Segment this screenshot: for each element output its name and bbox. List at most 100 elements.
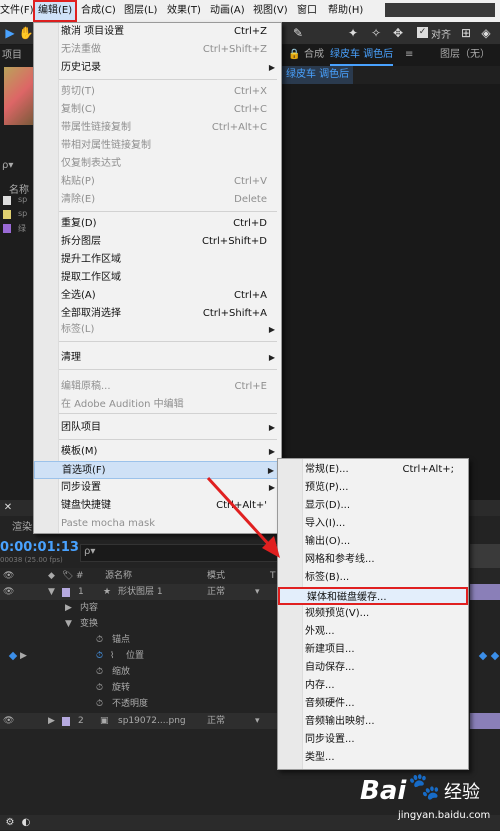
preferences-menu-item[interactable]: 常规(E)... Ctrl+Alt+;: [278, 461, 468, 479]
stopwatch-icon[interactable]: ⏱: [96, 648, 103, 664]
expand-arrow-icon[interactable]: ▶: [65, 600, 72, 616]
puppet-tool-icon[interactable]: ✦: [345, 25, 361, 41]
switch-icon[interactable]: ⚙: [2, 815, 18, 831]
edit-menu-item[interactable]: 带属性链接复制 Ctrl+Alt+C: [34, 119, 281, 137]
layer-name[interactable]: sp19072....png: [118, 713, 186, 729]
preferences-menu-item[interactable]: 显示(D)...: [278, 497, 468, 515]
preferences-menu-item[interactable]: 预览(P)...: [278, 479, 468, 497]
preferences-menu-item[interactable]: 自动保存...: [278, 659, 468, 677]
preferences-menu-item[interactable]: 音频输出映射...: [278, 713, 468, 731]
pin-tool-icon[interactable]: ✎: [290, 25, 306, 41]
keyframe-icon[interactable]: [8, 651, 18, 661]
mode-column[interactable]: 模式: [207, 568, 225, 584]
expand-arrow-icon[interactable]: ▶: [48, 713, 55, 729]
selection-tool-icon[interactable]: ▶: [2, 25, 18, 41]
keyframe-nav-icon[interactable]: ▶: [20, 648, 27, 664]
preferences-menu-item[interactable]: 视频预览(V)...: [278, 605, 468, 623]
close-icon[interactable]: ✕: [0, 500, 16, 516]
expand-arrow-icon[interactable]: ▼: [48, 584, 55, 600]
project-item-1[interactable]: sp: [18, 195, 27, 204]
preferences-menu-item[interactable]: 网格和参考线...: [278, 551, 468, 569]
layer-name[interactable]: 形状图层 1: [118, 584, 163, 600]
edit-menu-item[interactable]: 全选(A) Ctrl+A: [34, 287, 281, 305]
toggle-icon[interactable]: ◐: [18, 815, 34, 831]
stopwatch-icon[interactable]: ⏱: [96, 680, 103, 696]
edit-menu-item[interactable]: 提升工作区域: [34, 251, 281, 269]
chevron-down-icon[interactable]: ▾: [255, 584, 260, 600]
label-swatch[interactable]: [62, 717, 70, 726]
edit-menu-item[interactable]: 粘贴(P) Ctrl+V: [34, 173, 281, 191]
num-column[interactable]: #: [76, 568, 84, 584]
expand-arrow-icon[interactable]: ▼: [65, 616, 72, 632]
puppet-starch-icon[interactable]: ✧: [368, 25, 384, 41]
edit-menu-item[interactable]: 清除(E) Delete: [34, 191, 281, 209]
keyframe-icon[interactable]: [478, 651, 488, 661]
source-name-column[interactable]: 源名称: [105, 568, 132, 584]
eye-column-icon[interactable]: 👁: [3, 568, 14, 584]
edit-menu-item[interactable]: 历史记录 ▶: [34, 59, 281, 77]
snap-option-icon[interactable]: ⊞: [458, 25, 474, 41]
preferences-menu-item[interactable]: 导入(I)...: [278, 515, 468, 533]
comp-breadcrumb[interactable]: 绿皮车 调色后: [282, 66, 354, 84]
stopwatch-icon[interactable]: ⏱: [96, 664, 103, 680]
preferences-menu-item[interactable]: 媒体和磁盘缓存...: [278, 587, 468, 605]
stopwatch-icon[interactable]: ⏱: [96, 632, 103, 648]
menu-layer[interactable]: 图层(L): [121, 0, 160, 22]
preferences-menu-item[interactable]: 新建项目...: [278, 641, 468, 659]
visibility-icon[interactable]: 👁: [3, 713, 14, 729]
timecode[interactable]: 0:00:01:13: [0, 540, 79, 555]
t-column[interactable]: T: [270, 568, 276, 584]
visibility-icon[interactable]: 👁: [3, 584, 14, 600]
edit-menu-item[interactable]: 无法重做 Ctrl+Shift+Z: [34, 41, 281, 59]
snap-checkbox[interactable]: ✓: [417, 27, 428, 38]
label-swatch[interactable]: [62, 588, 70, 597]
render-tab[interactable]: 渲染: [12, 518, 32, 533]
layer-tab[interactable]: 图层（无）: [440, 46, 490, 64]
project-name-col[interactable]: 名称: [9, 181, 29, 196]
project-search-icon[interactable]: ρ▾: [2, 160, 13, 171]
preferences-menu-item[interactable]: 内存...: [278, 677, 468, 695]
project-tab[interactable]: 项目: [2, 47, 22, 65]
edit-menu-item[interactable]: 编辑原稿... Ctrl+E: [34, 378, 281, 396]
chevron-down-icon[interactable]: ▾: [255, 713, 260, 729]
stopwatch-icon[interactable]: ⏱: [96, 696, 103, 712]
graph-icon[interactable]: ⌇: [110, 648, 114, 664]
keyframe-icon[interactable]: [490, 651, 500, 661]
edit-menu-item[interactable]: 仅复制表达式: [34, 155, 281, 173]
preferences-menu-item[interactable]: 外观...: [278, 623, 468, 641]
snap-option2-icon[interactable]: ◈: [478, 25, 494, 41]
layer-bar[interactable]: [470, 713, 500, 729]
preferences-menu-item[interactable]: 标签(B)...: [278, 569, 468, 587]
lock-icon[interactable]: 🔒: [288, 46, 300, 64]
composition-menu-icon[interactable]: ≡: [405, 46, 413, 64]
edit-menu-item[interactable]: 团队项目 ▶: [34, 419, 281, 437]
menu-effect[interactable]: 效果(T): [164, 0, 204, 22]
menu-help[interactable]: 帮助(H): [325, 0, 366, 22]
composition-tab-label[interactable]: 合成: [304, 46, 324, 64]
edit-menu-item[interactable]: 复制(C) Ctrl+C: [34, 101, 281, 119]
edit-menu-item[interactable]: 拆分图层 Ctrl+Shift+D: [34, 233, 281, 251]
hand-tool-icon[interactable]: ✋: [18, 25, 34, 41]
menu-view[interactable]: 视图(V): [250, 0, 291, 22]
blend-mode-select[interactable]: 正常: [207, 713, 225, 729]
menu-composition[interactable]: 合成(C): [78, 0, 119, 22]
edit-menu-item[interactable]: 模板(M) ▶: [34, 443, 281, 461]
edit-menu-item[interactable]: 在 Adobe Audition 中编辑: [34, 396, 281, 414]
edit-menu-item[interactable]: 清理 ▶: [34, 349, 281, 367]
edit-menu-item[interactable]: 带相对属性链接复制: [34, 137, 281, 155]
menu-window[interactable]: 窗口: [294, 0, 320, 22]
preferences-menu-item[interactable]: 类型...: [278, 749, 468, 767]
label-column-icon[interactable]: ◆: [48, 568, 55, 584]
blend-mode-select[interactable]: 正常: [207, 584, 225, 600]
menu-edit[interactable]: 编辑(E): [33, 0, 78, 22]
preferences-menu-item[interactable]: 同步设置...: [278, 731, 468, 749]
edit-menu-item[interactable]: 撤消 项目设置 Ctrl+Z: [34, 23, 281, 41]
edit-menu-item[interactable]: 剪切(T) Ctrl+X: [34, 83, 281, 101]
preferences-menu-item[interactable]: 输出(O)...: [278, 533, 468, 551]
tag-column-icon[interactable]: 🏷: [62, 568, 73, 584]
edit-menu-item[interactable]: 重复(D) Ctrl+D: [34, 215, 281, 233]
project-item-2[interactable]: sp: [18, 209, 27, 218]
preferences-menu-item[interactable]: 音频硬件...: [278, 695, 468, 713]
edit-menu-item[interactable]: 标签(L) ▶: [34, 321, 281, 339]
edit-menu-item[interactable]: 提取工作区域: [34, 269, 281, 287]
